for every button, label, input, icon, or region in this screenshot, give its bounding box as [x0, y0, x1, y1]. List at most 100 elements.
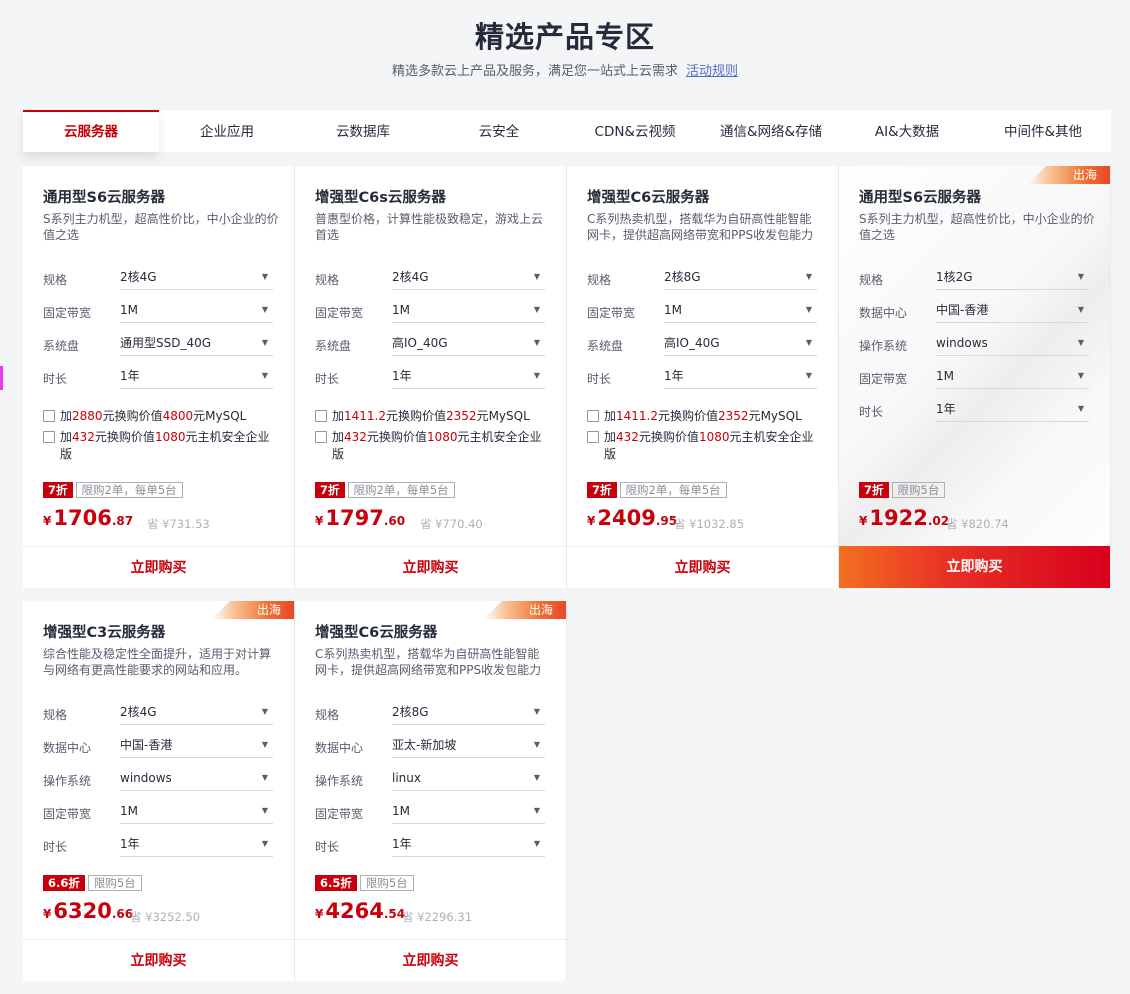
- spec-value: 2核4G: [120, 270, 157, 284]
- buy-now-button[interactable]: 立即购买: [23, 546, 294, 588]
- spec-select[interactable]: 1年 ▼: [664, 363, 817, 389]
- addon-checkbox[interactable]: [43, 431, 55, 443]
- caret-down-icon: ▼: [1077, 272, 1084, 281]
- side-edge-marker: [0, 366, 3, 390]
- spec-label: 系统盘: [587, 339, 624, 353]
- spec-select[interactable]: windows ▼: [936, 330, 1089, 356]
- spec-label: 时长: [43, 372, 68, 386]
- spec-select[interactable]: 1年 ▼: [936, 396, 1089, 422]
- spec-row: 固定带宽 1M ▼: [315, 798, 545, 831]
- addon-option: 加432元换购价值1080元主机安全企业版: [315, 429, 551, 463]
- spec-select[interactable]: 1M ▼: [936, 363, 1089, 389]
- promo-badges: 7折 限购5台: [859, 482, 946, 498]
- tab-cloud-database[interactable]: 云数据库: [295, 110, 431, 152]
- spec-row: 系统盘 高IO_40G ▼: [315, 330, 545, 363]
- product-card: 出海 增强型C3云服务器 综合性能及稳定性全面提升，适用于对计算与网络有更高性能…: [23, 601, 295, 981]
- addon-checkbox[interactable]: [315, 431, 327, 443]
- rules-link[interactable]: 活动规则: [686, 64, 738, 79]
- spec-row: 数据中心 亚太-新加坡 ▼: [315, 732, 545, 765]
- card-title: 增强型C6s云服务器: [315, 190, 446, 206]
- spec-select[interactable]: 中国-香港 ▼: [936, 297, 1089, 323]
- spec-row: 时长 1年 ▼: [43, 831, 273, 864]
- tab-cloud-security[interactable]: 云安全: [431, 110, 567, 152]
- spec-label: 时长: [587, 372, 612, 386]
- addon-checkbox[interactable]: [43, 410, 55, 422]
- spec-select[interactable]: 亚太-新加坡 ▼: [392, 732, 545, 758]
- spec-row: 固定带宽 1M ▼: [315, 297, 545, 330]
- spec-row: 固定带宽 1M ▼: [43, 798, 273, 831]
- spec-select[interactable]: 1M ▼: [120, 297, 273, 323]
- spec-label: 操作系统: [315, 774, 364, 788]
- promo-badges: 7折 限购2单，每单5台: [587, 482, 727, 498]
- spec-select[interactable]: windows ▼: [120, 765, 273, 791]
- caret-down-icon: ▼: [261, 371, 268, 380]
- addon-checkbox[interactable]: [587, 410, 599, 422]
- spec-select[interactable]: 2核8G ▼: [664, 264, 817, 290]
- buy-now-button[interactable]: 立即购买: [839, 546, 1110, 588]
- spec-select[interactable]: 通用型SSD_40G ▼: [120, 330, 273, 356]
- spec-select[interactable]: 中国-香港 ▼: [120, 732, 273, 758]
- spec-row: 时长 1年 ▼: [587, 363, 817, 396]
- addon-text: 加1411.2元换购价值2352元MySQL: [332, 409, 530, 423]
- spec-row: 操作系统 linux ▼: [315, 765, 545, 798]
- spec-row: 系统盘 通用型SSD_40G ▼: [43, 330, 273, 363]
- spec-row: 数据中心 中国-香港 ▼: [859, 297, 1089, 330]
- tab-ai-bigdata[interactable]: AI&大数据: [839, 110, 975, 152]
- tab-middleware-other[interactable]: 中间件&其他: [975, 110, 1111, 152]
- addon-checkbox[interactable]: [587, 431, 599, 443]
- spec-value: 1年: [392, 837, 412, 851]
- spec-select[interactable]: 1年 ▼: [120, 363, 273, 389]
- spec-select[interactable]: 1M ▼: [392, 297, 545, 323]
- spec-select[interactable]: 1年 ▼: [392, 363, 545, 389]
- limit-badge: 限购2单，每单5台: [347, 482, 455, 498]
- spec-select[interactable]: 高IO_40G ▼: [664, 330, 817, 356]
- spec-select[interactable]: 1M ▼: [664, 297, 817, 323]
- subtitle-text: 精选多款云上产品及服务，满足您一站式上云需求: [391, 64, 678, 79]
- card-description: S系列主力机型，超高性价比，中小企业的价值之选: [859, 212, 1095, 242]
- card-title: 通用型S6云服务器: [859, 190, 982, 206]
- caret-down-icon: ▼: [261, 272, 268, 281]
- spec-value: 2核8G: [392, 705, 429, 719]
- spec-value: 1M: [664, 303, 682, 317]
- tab-cdn-video[interactable]: CDN&云视频: [567, 110, 703, 152]
- caret-down-icon: ▼: [533, 305, 540, 314]
- spec-value: 2核4G: [120, 705, 157, 719]
- spec-value: linux: [392, 771, 421, 785]
- tab-enterprise-apps[interactable]: 企业应用: [159, 110, 295, 152]
- caret-down-icon: ▼: [533, 773, 540, 782]
- spec-select[interactable]: 2核4G ▼: [120, 699, 273, 725]
- buy-now-button[interactable]: 立即购买: [295, 546, 566, 588]
- buy-now-button[interactable]: 立即购买: [23, 939, 294, 981]
- product-card: 出海 增强型C6云服务器 C系列热卖机型，搭载华为自研高性能智能网卡，提供超高网…: [295, 601, 567, 981]
- spec-select[interactable]: 1核2G ▼: [936, 264, 1089, 290]
- discount-badge: 7折: [43, 482, 73, 498]
- spec-select[interactable]: linux ▼: [392, 765, 545, 791]
- spec-select[interactable]: 1M ▼: [120, 798, 273, 824]
- spec-label: 系统盘: [315, 339, 352, 353]
- buy-now-button[interactable]: 立即购买: [567, 546, 838, 588]
- caret-down-icon: ▼: [1077, 371, 1084, 380]
- tab-network-storage[interactable]: 通信&网络&存储: [703, 110, 839, 152]
- spec-value: 1M: [936, 369, 954, 383]
- spec-select[interactable]: 1M ▼: [392, 798, 545, 824]
- spec-select[interactable]: 2核8G ▼: [392, 699, 545, 725]
- buy-now-button[interactable]: 立即购买: [295, 939, 566, 981]
- spec-select[interactable]: 高IO_40G ▼: [392, 330, 545, 356]
- spec-select[interactable]: 1年 ▼: [392, 831, 545, 857]
- promo-badges: 7折 限购2单，每单5台: [43, 482, 183, 498]
- savings-text: 省 ¥2296.31: [402, 910, 473, 924]
- caret-down-icon: ▼: [533, 707, 540, 716]
- tab-cloud-server[interactable]: 云服务器: [23, 110, 159, 152]
- promo-badges: 6.6折 限购5台: [43, 875, 142, 891]
- addon-checkbox[interactable]: [315, 410, 327, 422]
- spec-row: 固定带宽 1M ▼: [587, 297, 817, 330]
- spec-select[interactable]: 1年 ▼: [120, 831, 273, 857]
- caret-down-icon: ▼: [533, 839, 540, 848]
- addon-text: 加432元换购价值1080元主机安全企业版: [60, 430, 270, 461]
- spec-row: 规格 2核4G ▼: [43, 264, 273, 297]
- spec-select[interactable]: 2核4G ▼: [120, 264, 273, 290]
- spec-select[interactable]: 2核4G ▼: [392, 264, 545, 290]
- savings-text: 省 ¥3252.50: [130, 910, 201, 924]
- caret-down-icon: ▼: [261, 338, 268, 347]
- addon-option: 加1411.2元换购价值2352元MySQL: [587, 408, 823, 425]
